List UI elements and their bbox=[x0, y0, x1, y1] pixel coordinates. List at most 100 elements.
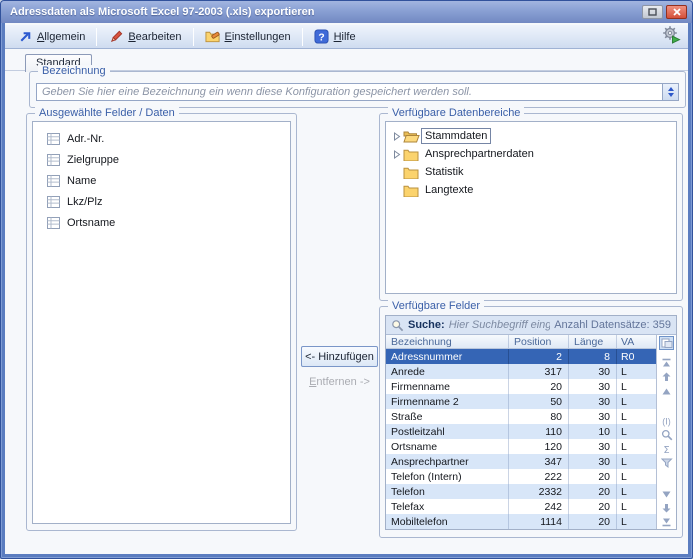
cell-position: 1114 bbox=[508, 514, 568, 529]
toolbar-button-label: Allgemein bbox=[37, 31, 85, 43]
folder-closed-icon bbox=[403, 148, 421, 161]
field-row[interactable]: Telefon (Intern)22220L bbox=[386, 469, 656, 484]
cell-laenge: 30 bbox=[568, 409, 616, 424]
cell-laenge: 30 bbox=[568, 394, 616, 409]
cell-position: 120 bbox=[508, 439, 568, 454]
tree-item-ansprechpartnerdaten[interactable]: Ansprechpartnerdaten bbox=[386, 145, 676, 163]
cell-laenge: 10 bbox=[568, 424, 616, 439]
folder-edit-icon bbox=[205, 29, 221, 45]
toolbar-separator bbox=[302, 28, 303, 46]
selected-field-item[interactable]: Lkz/Plz bbox=[33, 191, 290, 212]
field-row[interactable]: Telefon233220L bbox=[386, 484, 656, 499]
field-row[interactable]: Anrede31730L bbox=[386, 364, 656, 379]
prev-page-icon[interactable] bbox=[660, 371, 673, 383]
field-row[interactable]: Firmenname 25030L bbox=[386, 394, 656, 409]
toolbar-button-hilfe[interactable]: ?Hilfe bbox=[306, 26, 364, 48]
tree-item-stammdaten[interactable]: Stammdaten bbox=[386, 127, 676, 145]
tree-item-label: Stammdaten bbox=[421, 128, 491, 144]
search-record-icon[interactable] bbox=[660, 429, 673, 441]
expander-icon[interactable] bbox=[391, 150, 403, 159]
field-row[interactable]: Telefax24220L bbox=[386, 499, 656, 514]
selected-fields-group: Ausgewählte Felder / Daten Adr.-Nr.Zielg… bbox=[26, 113, 297, 531]
edit-record-icon[interactable]: (I) bbox=[660, 415, 673, 427]
table-icon bbox=[47, 133, 60, 145]
close-button[interactable] bbox=[666, 5, 687, 19]
toolbar-button-bearbeiten[interactable]: Bearbeiten bbox=[100, 26, 189, 48]
tree-item-label: Langtexte bbox=[421, 182, 477, 198]
run-export-button[interactable] bbox=[660, 27, 682, 47]
next-page-icon[interactable] bbox=[660, 502, 673, 514]
cell-bezeichnung: Adressnummer bbox=[386, 351, 508, 363]
field-row[interactable]: Mobiltelefon111420L bbox=[386, 514, 656, 529]
available-fields-panel: Suche: Hier Suchbegriff eingebe Anzahl D… bbox=[385, 315, 677, 530]
expander-icon[interactable] bbox=[391, 132, 403, 141]
table-icon bbox=[47, 175, 60, 187]
selected-field-label: Zielgruppe bbox=[67, 154, 119, 166]
bezeichnung-group: Bezeichnung Geben Sie hier eine Bezeichn… bbox=[29, 71, 686, 108]
cell-position: 347 bbox=[508, 454, 568, 469]
column-header-bezeichnung[interactable]: Bezeichnung bbox=[386, 336, 508, 348]
column-header-länge[interactable]: Länge bbox=[568, 335, 616, 348]
column-header-position[interactable]: Position bbox=[508, 335, 568, 348]
field-row[interactable]: Ansprechpartner34730L bbox=[386, 454, 656, 469]
cell-va: L bbox=[616, 439, 656, 454]
selected-field-label: Adr.-Nr. bbox=[67, 133, 104, 145]
prev-record-icon[interactable] bbox=[660, 385, 673, 397]
toolbar-separator bbox=[96, 28, 97, 46]
column-chooser-icon[interactable] bbox=[659, 336, 674, 350]
summary-icon[interactable]: Σ bbox=[660, 443, 673, 455]
toolbar-button-einstellungen[interactable]: Einstellungen bbox=[197, 26, 299, 48]
table-icon bbox=[47, 196, 60, 208]
cell-laenge: 20 bbox=[568, 469, 616, 484]
cell-position: 110 bbox=[508, 424, 568, 439]
selected-field-item[interactable]: Ortsname bbox=[33, 212, 290, 233]
toolbar-separator bbox=[193, 28, 194, 46]
cell-position: 2 bbox=[508, 349, 568, 364]
combobox-spinner-button[interactable] bbox=[662, 84, 678, 100]
add-button[interactable]: <- Hinzufügen bbox=[301, 346, 378, 367]
restore-button[interactable] bbox=[642, 5, 663, 19]
cell-va: L bbox=[616, 499, 656, 514]
bezeichnung-group-label: Bezeichnung bbox=[38, 65, 110, 77]
folder-closed-icon bbox=[403, 184, 421, 197]
field-row[interactable]: Postleitzahl11010L bbox=[386, 424, 656, 439]
selected-field-item[interactable]: Zielgruppe bbox=[33, 149, 290, 170]
cell-position: 242 bbox=[508, 499, 568, 514]
toolbar-button-allgemein[interactable]: Allgemein bbox=[9, 26, 93, 48]
field-search-bar[interactable]: Suche: Hier Suchbegriff eingebe Anzahl D… bbox=[386, 316, 676, 335]
selected-field-label: Name bbox=[67, 175, 96, 187]
svg-text:?: ? bbox=[318, 32, 324, 43]
cell-bezeichnung: Telefon (Intern) bbox=[386, 471, 508, 483]
cell-va: L bbox=[616, 514, 656, 529]
record-count-label: Anzahl Datensätze: 359 bbox=[554, 319, 671, 331]
arrow-northeast-icon bbox=[17, 29, 33, 45]
cell-laenge: 30 bbox=[568, 364, 616, 379]
column-header-va[interactable]: VA bbox=[616, 335, 656, 348]
field-row[interactable]: Adressnummer28R0 bbox=[386, 349, 656, 364]
spinner-down-icon bbox=[668, 93, 674, 97]
field-row[interactable]: Straße8030L bbox=[386, 409, 656, 424]
last-record-icon[interactable] bbox=[660, 516, 673, 528]
bezeichnung-placeholder: Geben Sie hier eine Bezeichnung ein wenn… bbox=[37, 86, 662, 98]
titlebar[interactable]: Adressdaten als Microsoft Excel 97-2003 … bbox=[1, 1, 692, 23]
filter-record-icon[interactable] bbox=[660, 457, 673, 469]
table-icon bbox=[47, 217, 60, 229]
cell-laenge: 20 bbox=[568, 484, 616, 499]
first-record-icon[interactable] bbox=[660, 357, 673, 369]
cell-position: 2332 bbox=[508, 484, 568, 499]
cell-position: 80 bbox=[508, 409, 568, 424]
selected-field-item[interactable]: Adr.-Nr. bbox=[33, 128, 290, 149]
field-row[interactable]: Firmenname2030L bbox=[386, 379, 656, 394]
remove-button[interactable]: Entfernen -> bbox=[301, 374, 378, 390]
tree-item-langtexte[interactable]: Langtexte bbox=[386, 181, 676, 199]
cell-va: L bbox=[616, 469, 656, 484]
next-record-icon[interactable] bbox=[660, 488, 673, 500]
selected-field-item[interactable]: Name bbox=[33, 170, 290, 191]
field-row[interactable]: Ortsname12030L bbox=[386, 439, 656, 454]
bezeichnung-combobox[interactable]: Geben Sie hier eine Bezeichnung ein wenn… bbox=[36, 83, 679, 101]
tree-item-statistik[interactable]: Statistik bbox=[386, 163, 676, 181]
selected-fields-group-label: Ausgewählte Felder / Daten bbox=[35, 107, 179, 119]
cell-position: 317 bbox=[508, 364, 568, 379]
selected-field-label: Lkz/Plz bbox=[67, 196, 102, 208]
search-input[interactable]: Hier Suchbegriff eingebe bbox=[449, 319, 551, 331]
